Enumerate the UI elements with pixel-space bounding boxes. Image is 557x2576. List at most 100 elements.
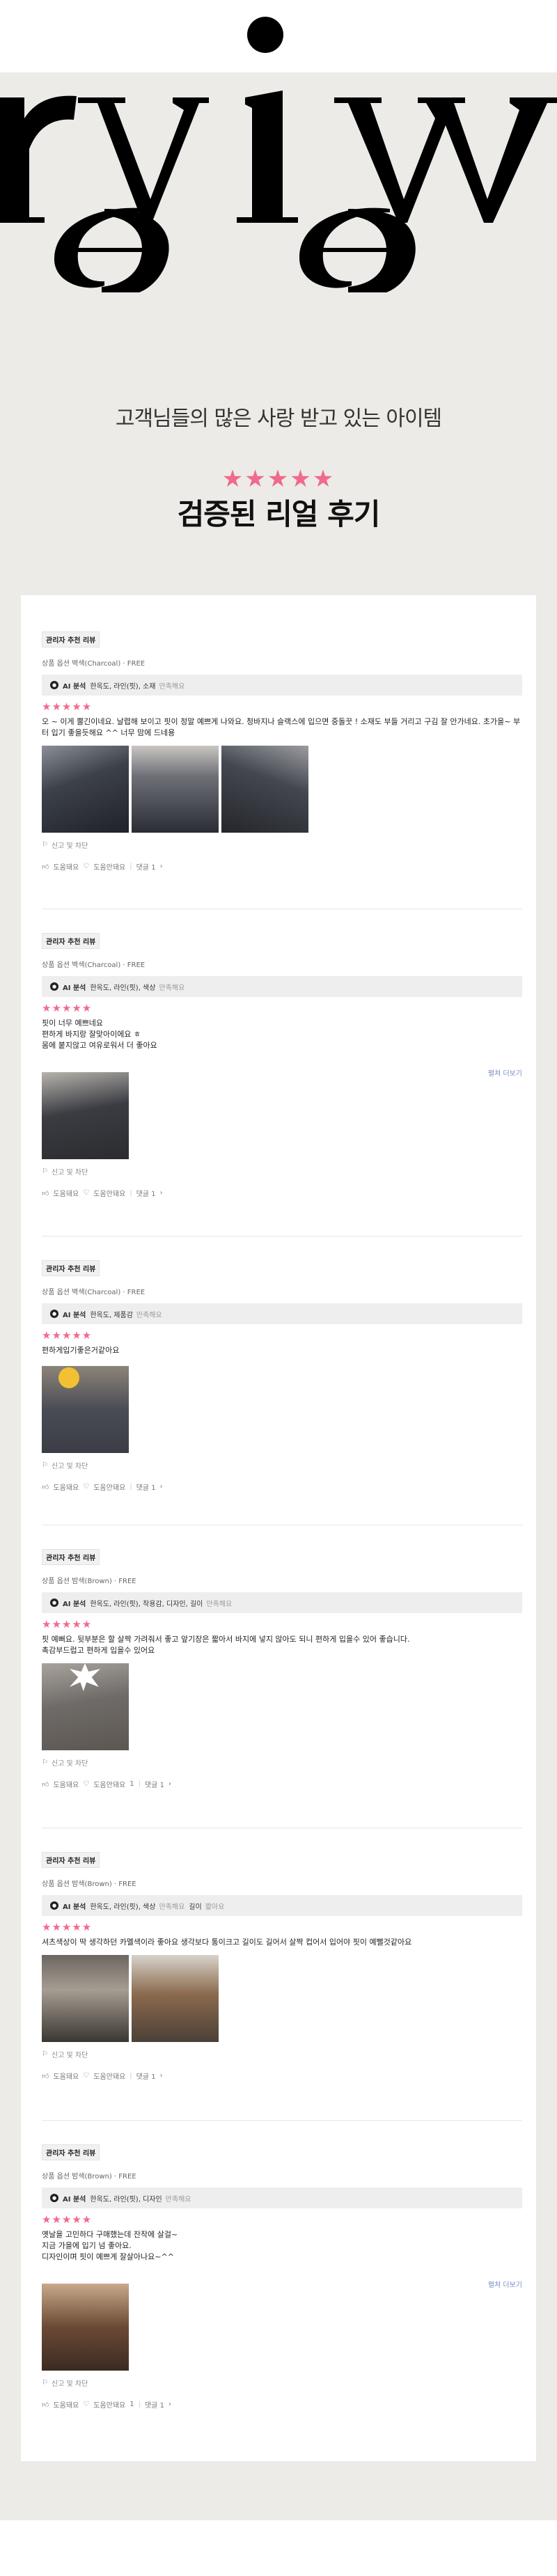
report-label: 신고 및 차단 <box>51 1463 88 1470</box>
more-link[interactable]: 펼쳐 더보기 <box>488 2279 522 2289</box>
review-actions: 👍︎ 도움돼요 ♡ 도움안돼요 | 댓글 1 › <box>42 1188 522 1198</box>
ai-analysis-bar: ● AI 분석 한옥도, 라인(핏), 착용감, 디자인, 길이 만족해요 <box>42 1592 522 1613</box>
product-option: 상품 옵션 벽색(Charcoal) · FREE <box>42 1289 146 1296</box>
product-option: 상품 옵션 밤색(Brown) · FREE <box>42 2173 136 2181</box>
comment-button[interactable]: 댓글 1 <box>136 1188 156 1198</box>
ai-aspects: 한옥도, 라인(핏), 색상 <box>90 984 156 992</box>
unhelpful-button[interactable]: 도움안돼요 <box>93 2399 125 2410</box>
helpful-button[interactable]: 도움돼요 <box>53 2399 79 2410</box>
ai-aspects: 한옥도, 제품감 <box>90 1311 133 1319</box>
review-item: 관리자 추천 리뷰 상품 옵션 벽색(Charcoal) · FREE ● AI… <box>42 933 522 1198</box>
ai-analysis-bar: ● AI 분석 한옥도, 라인(핏), 소재 만족해요 <box>42 675 522 696</box>
divider: | <box>130 863 132 870</box>
review-actions: 👍︎ 도움돼요 ♡ 도움안돼요 | 댓글 1 › <box>42 2071 522 2081</box>
review-photo[interactable] <box>42 1663 129 1750</box>
ai-icon: ● <box>50 2194 58 2202</box>
thumbs-down-icon: ♡ <box>83 1780 90 1788</box>
review-divider <box>42 2120 522 2121</box>
review-photo[interactable] <box>132 746 219 833</box>
divider: | <box>130 1189 132 1197</box>
report-label: 신고 및 차단 <box>51 2052 88 2059</box>
helpful-button[interactable]: 도움돼요 <box>53 1188 79 1198</box>
flag-icon: ⚐ <box>42 2379 48 2387</box>
ai-extra-verdict: 짧아요 <box>205 1903 225 1911</box>
report-button[interactable]: ⚐ 신고 및 차단 <box>42 840 522 850</box>
review-photos <box>42 746 522 833</box>
helpful-button[interactable]: 도움돼요 <box>53 1482 79 1492</box>
flag-icon: ⚐ <box>42 2050 48 2058</box>
flag-icon: ⚐ <box>42 841 48 849</box>
review-stars: ★★★★★ <box>42 1002 93 1014</box>
review-photos <box>42 2284 522 2371</box>
ai-aspects: 한옥도, 라인(핏), 착용감, 디자인, 길이 <box>90 1600 203 1608</box>
review-content: 옛날을 고민하다 구매했는데 잔작에 살걸~ 지금 가을에 입기 넘 좋아요. … <box>42 2230 178 2261</box>
chevron-right-icon: › <box>159 2072 163 2080</box>
thumbs-up-icon: 👍︎ <box>42 1780 49 1789</box>
ai-verdict: 만족해요 <box>159 984 185 992</box>
review-content: 오 ~ 이게 뿔긴이네요. 날렵해 보이고 핏이 정말 예쁘게 나와요. 청바지… <box>42 717 521 737</box>
review-actions: 👍︎ 도움돼요 ♡ 도움안돼요 | 댓글 1 › <box>42 1482 522 1492</box>
comment-button[interactable]: 댓글 1 <box>145 1779 164 1789</box>
ai-icon: ● <box>50 982 58 991</box>
report-button[interactable]: ⚐ 신고 및 차단 <box>42 1757 522 1768</box>
report-button[interactable]: ⚐ 신고 및 차단 <box>42 2049 522 2059</box>
review-photo[interactable] <box>42 1366 129 1453</box>
review-photo[interactable] <box>42 746 129 833</box>
more-link[interactable]: 펼쳐 더보기 <box>488 1067 522 1078</box>
divider: | <box>130 1483 132 1491</box>
thumbs-up-icon: 👍︎ <box>42 1483 49 1491</box>
ai-icon: ● <box>50 1599 58 1607</box>
thumbs-down-icon: ♡ <box>83 2072 90 2080</box>
unhelpful-button[interactable]: 도움안돼요 <box>93 2071 125 2081</box>
emoji-sticker <box>58 1367 79 1388</box>
review-photo[interactable] <box>132 1955 219 2042</box>
flag-icon: ⚐ <box>42 1461 48 1469</box>
unhelpful-button[interactable]: 도움안돼요 <box>93 1779 125 1789</box>
product-option: 상품 옵션 밤색(Brown) · FREE <box>42 1880 136 1888</box>
sticker-burst <box>70 1663 100 1691</box>
unhelpful-count: 1 <box>130 2401 134 2408</box>
ai-extra-aspect: 길이 <box>189 1903 202 1911</box>
review-photo[interactable] <box>42 1072 129 1159</box>
ai-analysis-bar: ● AI 분석 한옥도, 제품감 만족해요 <box>42 1303 522 1324</box>
review-content: 편하게입기좋은거같아요 <box>42 1346 120 1355</box>
helpful-button[interactable]: 도움돼요 <box>53 861 79 872</box>
comment-button[interactable]: 댓글 1 <box>136 2071 156 2081</box>
admin-pick-badge: 관리자 추천 리뷰 <box>42 1260 100 1276</box>
review-item: 관리자 추천 리뷰 상품 옵션 벽색(Charcoal) · FREE ● AI… <box>42 1260 522 1492</box>
ai-aspects: 한옥도, 라인(핏), 소재 <box>90 682 156 691</box>
report-button[interactable]: ⚐ 신고 및 차단 <box>42 1166 522 1177</box>
chevron-right-icon: › <box>159 1189 163 1197</box>
report-button[interactable]: ⚐ 신고 및 차단 <box>42 2378 522 2388</box>
helpful-button[interactable]: 도움돼요 <box>53 2071 79 2081</box>
ai-verdict: 만족해요 <box>165 2195 191 2204</box>
report-button[interactable]: ⚐ 신고 및 차단 <box>42 1460 522 1470</box>
ai-icon: ● <box>50 1310 58 1318</box>
comment-button[interactable]: 댓글 1 <box>136 1482 156 1492</box>
admin-pick-badge: 관리자 추천 리뷰 <box>42 2144 100 2160</box>
review-photo[interactable] <box>221 746 308 833</box>
ai-verdict: 만족해요 <box>159 1903 185 1911</box>
comment-button[interactable]: 댓글 1 <box>145 2399 164 2410</box>
ai-icon: ● <box>50 681 58 689</box>
comment-button[interactable]: 댓글 1 <box>136 861 156 872</box>
review-photos <box>42 1366 522 1453</box>
flag-icon: ⚐ <box>42 1168 48 1175</box>
thumbs-down-icon: ♡ <box>83 2401 90 2408</box>
report-label: 신고 및 차단 <box>51 842 88 850</box>
thumbs-up-icon: 👍︎ <box>42 2072 49 2080</box>
thumbs-down-icon: ♡ <box>83 863 90 870</box>
ai-analysis-bar: ● AI 분석 한옥도, 라인(핏), 디자인 만족해요 <box>42 2188 522 2208</box>
review-stars: ★★★★★ <box>42 2213 93 2226</box>
flag-icon: ⚐ <box>42 1759 48 1766</box>
unhelpful-count: 1 <box>130 1780 134 1788</box>
review-photo[interactable] <box>42 1955 129 2042</box>
unhelpful-button[interactable]: 도움안돼요 <box>93 1188 125 1198</box>
unhelpful-button[interactable]: 도움안돼요 <box>93 1482 125 1492</box>
ai-verdict: 만족해요 <box>206 1600 233 1608</box>
ai-aspects: 한옥도, 라인(핏), 색상 <box>90 1903 156 1911</box>
review-content: 핏이 너무 예쁘네요 편하게 바지랑 잘맞아이에요 ㅎ 몸에 붙지않고 여유로워… <box>42 1019 157 1050</box>
helpful-button[interactable]: 도움돼요 <box>53 1779 79 1789</box>
review-photo[interactable] <box>42 2284 129 2371</box>
unhelpful-button[interactable]: 도움안돼요 <box>93 861 125 872</box>
